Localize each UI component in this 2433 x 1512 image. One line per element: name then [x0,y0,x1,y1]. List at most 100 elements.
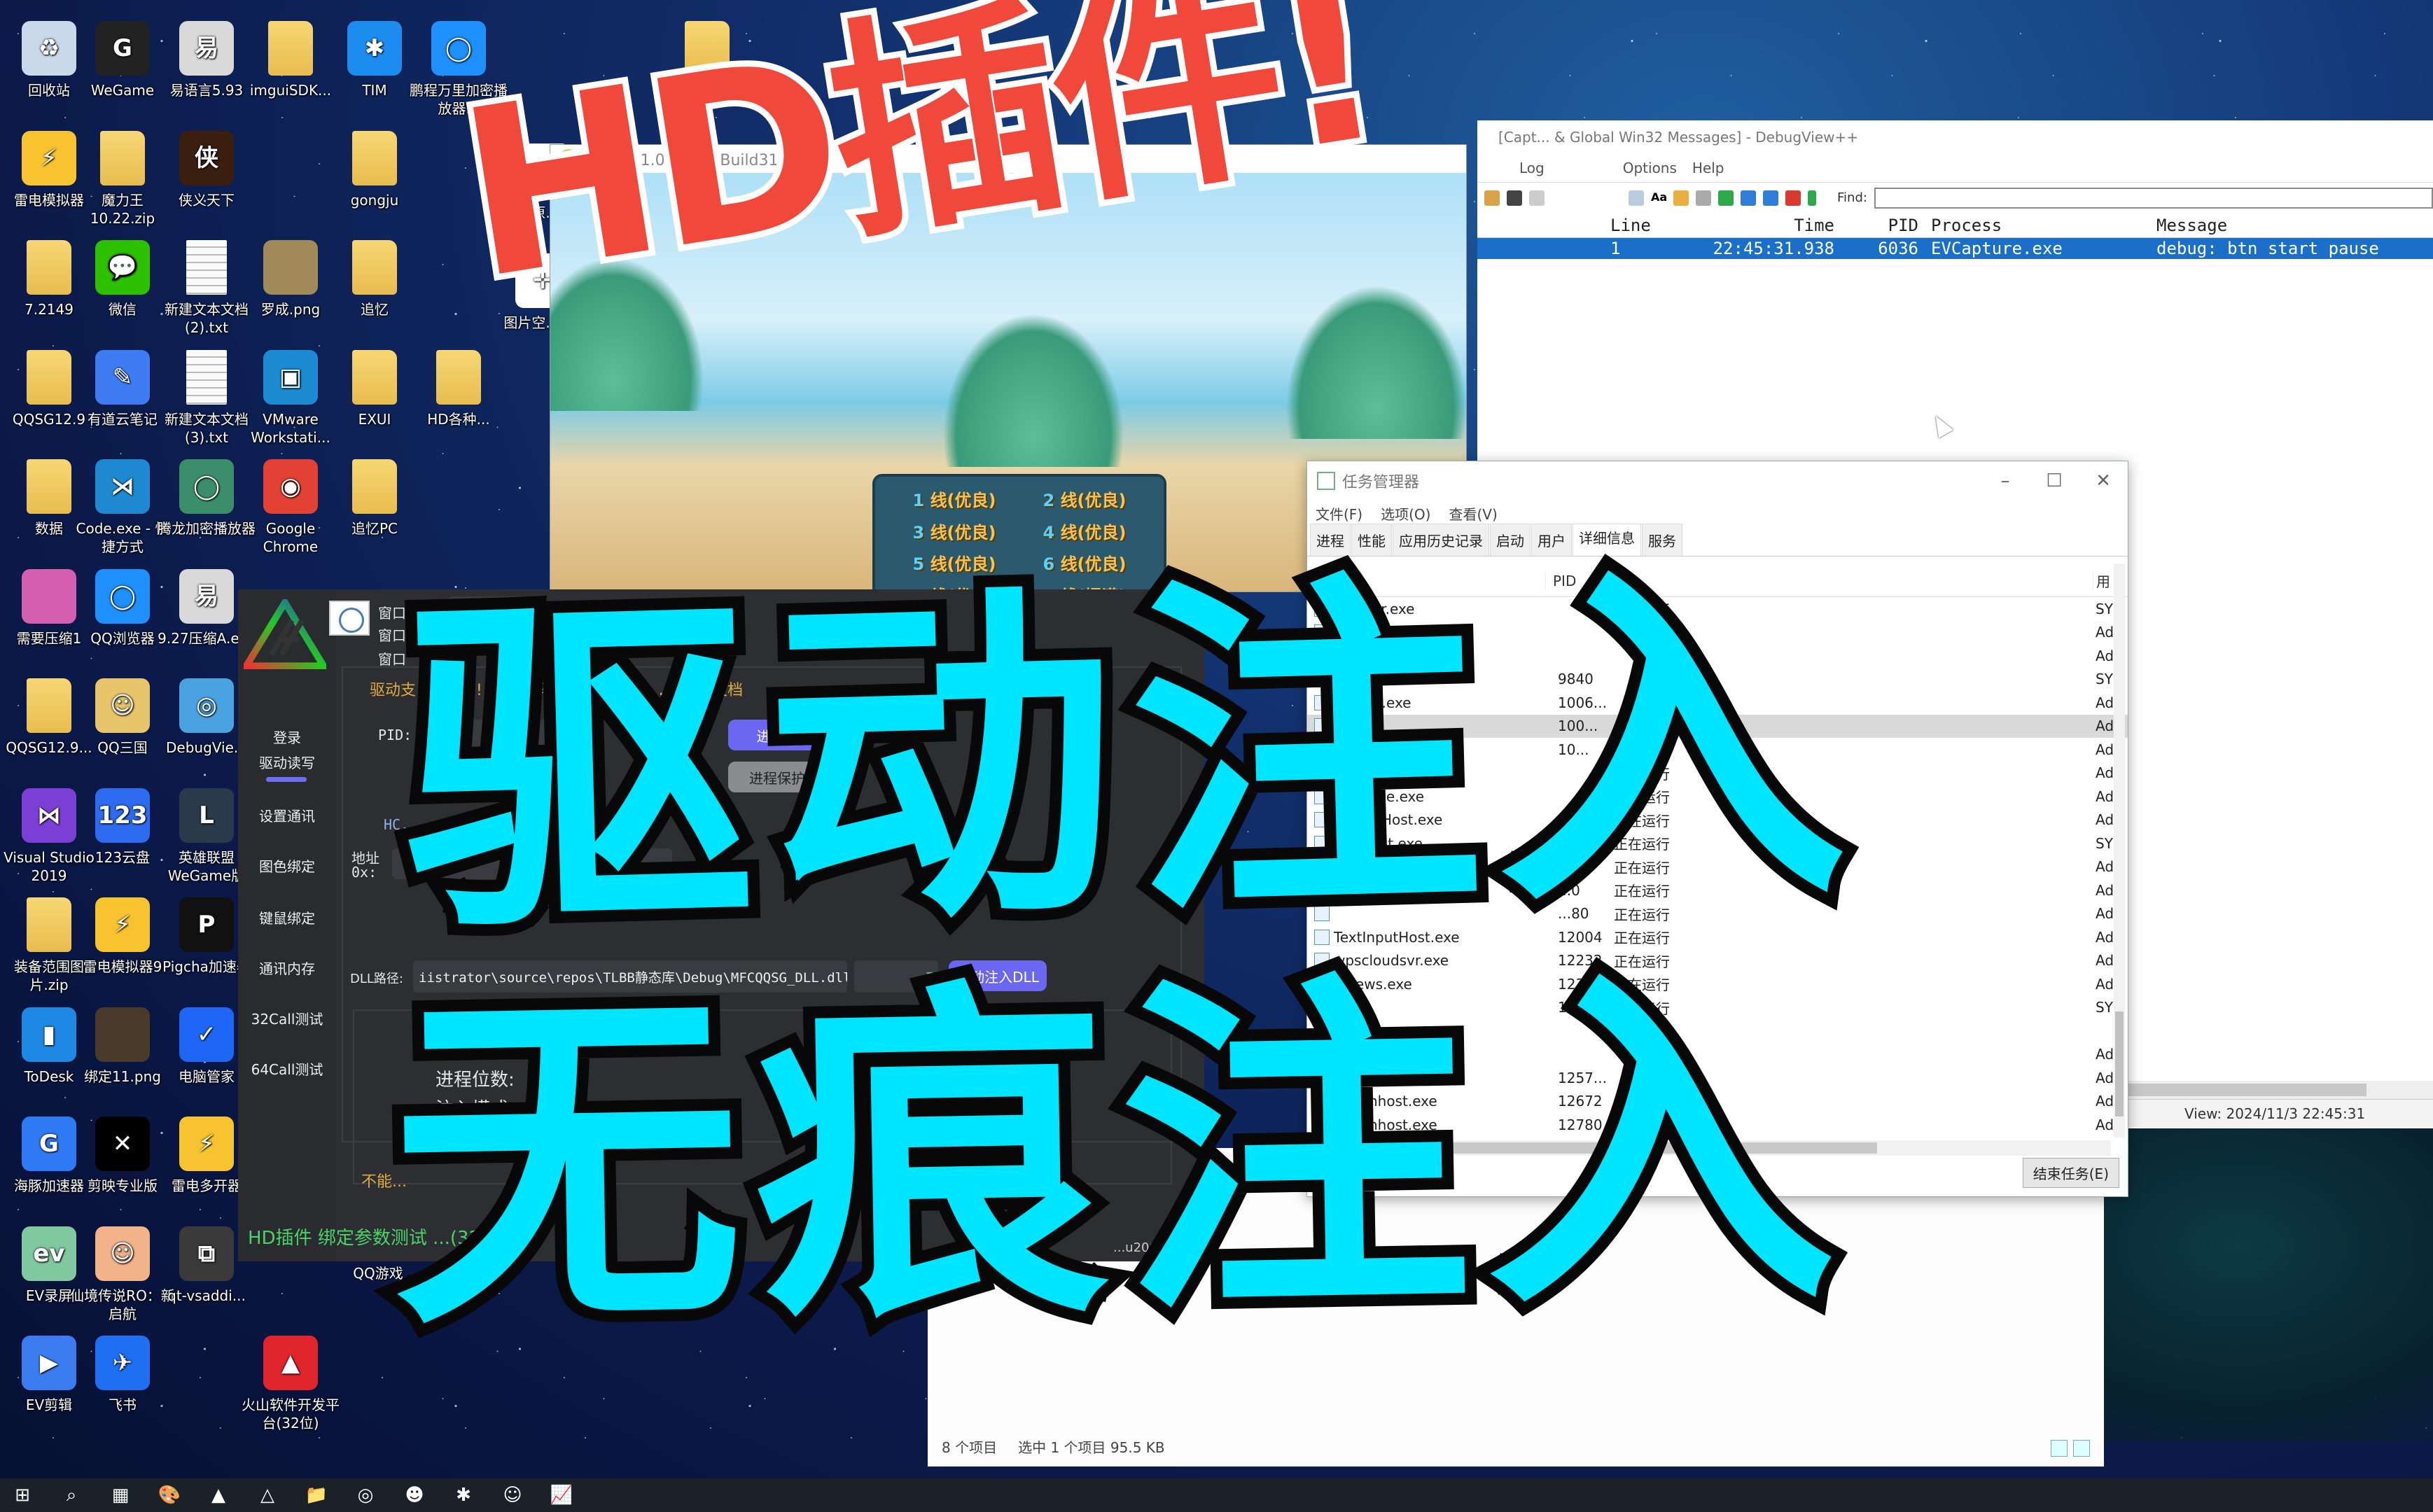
log-time: 22:45:31.938 [1713,239,1834,258]
taskbar: ⊞ ⌕ ▦ 🎨 ▲ △ 📁 ◎ ☻ ✱ ☺ 📈 [0,1478,2433,1512]
desktop-icon[interactable]: 追忆 [322,240,427,318]
desktop-icon-image [352,240,397,295]
case-icon[interactable]: Aa [1651,190,1667,206]
col-process[interactable]: Process [1925,216,2149,235]
find-input[interactable] [1874,187,2433,209]
clock-icon[interactable] [1629,190,1644,206]
desktop-icon-image: ▮ [22,1007,76,1062]
bookmark-up-icon[interactable] [1741,190,1756,206]
link-icon[interactable] [1696,190,1711,206]
server-line-button[interactable]: 3 线(优良) [889,519,1019,545]
desktop-icon-image: ◯ [95,568,150,624]
taskbar-start-icon[interactable]: ⊞ [10,1483,35,1508]
address-prefix: 0x: [351,864,377,881]
large-icons-view-button[interactable] [2073,1440,2090,1457]
taskbar-task-manager-icon[interactable]: 📈 [549,1483,574,1508]
desktop-icon-image [95,1007,150,1062]
desktop-icon[interactable]: 侠侠义天下 [154,130,259,209]
menu-file[interactable]: 文件(F) [1316,503,1362,524]
overlay-line1: 驱动注入 [386,522,1876,990]
desktop-icon-image: ⋊ [95,459,150,514]
col-message[interactable]: Message [2149,216,2433,235]
log-row[interactable]: 1 22:45:31.938 6036 EVCapture.exe debug:… [1477,238,2433,259]
desktop-icon-image [100,130,145,186]
save-icon[interactable] [1507,190,1522,206]
play-icon[interactable] [1718,190,1734,206]
hd-logo-icon [244,599,326,669]
desktop-icon-image: 易 [179,21,234,76]
menu-help[interactable]: Help [1692,160,1724,176]
desktop-icon[interactable]: ▲ 火山软件开发平台(32位) [238,1336,343,1432]
desktop-icon-image [436,349,481,405]
taskbar-debugview-icon[interactable]: ◎ [353,1483,378,1508]
nav-64call-test[interactable]: 64Call测试 [238,1058,336,1079]
menu-options[interactable]: 选项(O) [1381,503,1430,524]
nav-color-bind[interactable]: 图色绑定 [238,855,336,876]
bookmark-down-icon[interactable] [1763,190,1778,206]
debugview-toolbar: Aa Find: [1477,182,2433,213]
taskbar-paint-icon[interactable]: 🎨 [157,1483,182,1508]
nav-login[interactable]: 登录 [238,727,336,747]
copy-icon[interactable] [1529,190,1545,206]
desktop-icon-image: ◉ [263,459,318,514]
log-message: debug: btn start pause [2156,239,2379,258]
col-time[interactable]: Time [1610,216,1841,235]
clear-bookmark-icon[interactable] [1785,190,1801,206]
taskbar-bug-app-icon[interactable]: ✱ [451,1483,476,1508]
desktop-icon-label: 火山软件开发平台(32位) [242,1396,340,1432]
find-label: Find: [1837,190,1867,205]
task-manager-icon [1317,472,1335,490]
nav-set-comm[interactable]: 设置通讯 [238,805,336,825]
details-view-button[interactable] [2051,1440,2068,1457]
desktop-icon-image: ⚡ [179,1116,234,1171]
active-nav-indicator [266,777,307,782]
log-header: Line Time PID Process Message [1477,213,2433,238]
desktop-icon[interactable]: gongju [322,130,427,209]
desktop-icon-image [186,349,227,405]
pause-icon[interactable] [1808,190,1816,206]
desktop-icon[interactable]: HD各种... [406,349,511,428]
desktop-icon[interactable]: 追忆PC [322,459,427,538]
col-line[interactable]: Line [1477,216,1651,235]
desktop-icon-image: 易 [179,568,234,624]
vertical-scrollbar[interactable] [2114,564,2125,1138]
taskbar-huoshan-icon[interactable]: ▲ [206,1483,231,1508]
explorer-statusbar: 8 个项目 选中 1 个项目 95.5 KB [942,1436,1165,1457]
taskbar-green-app-icon[interactable]: ☻ [402,1483,427,1508]
maximize-button[interactable]: ☐ [2030,470,2079,491]
taskbar-calculator-icon[interactable]: ▦ [108,1483,133,1508]
end-task-button[interactable]: 结束任务(E) [2022,1158,2119,1188]
filter-icon[interactable] [1673,190,1689,206]
minimize-button[interactable]: – [1981,470,2030,491]
window-finder-icon[interactable] [329,601,370,636]
taskbar-qqsanguo-icon[interactable]: ☺ [500,1483,525,1508]
desktop-icon-image [352,130,397,186]
nav-driver-rw[interactable]: 驱动读写 [238,752,336,772]
menu-log[interactable]: Log [1519,160,1545,176]
col-pid[interactable]: PID [1841,216,1925,235]
nav-32call-test[interactable]: 32Call测试 [238,1008,336,1028]
taskbar-search-icon[interactable]: ⌕ [59,1483,84,1508]
desktop-icon[interactable]: ✈ 飞书 [70,1336,175,1414]
close-button[interactable]: ✕ [2079,470,2128,491]
taskbar-file-explorer-icon[interactable]: 📁 [304,1483,329,1508]
desktop-icon-image: ◯ [179,459,234,514]
desktop-icon-image: P [179,897,234,952]
desktop-icon-image: ◎ [179,678,234,733]
desktop-icon-image [186,240,227,295]
server-line-button[interactable]: 4 线(优良) [1019,519,1150,545]
desktop-icon-label: 飞书 [109,1396,137,1413]
desktop-icon-image [263,240,318,295]
debugview-title: [Capt... & Global Win32 Messages] - Debu… [1498,129,1859,146]
taskbar-hd-tool-icon[interactable]: △ [255,1483,280,1508]
server-line-button[interactable]: 2 线(优良) [1019,486,1150,513]
open-icon[interactable] [1484,190,1500,206]
menu-view[interactable]: 查看(V) [1449,503,1497,524]
menu-options[interactable]: Options [1623,160,1677,176]
server-line-button[interactable]: 1 线(优良) [889,486,1019,513]
selection-info: 选中 1 个项目 95.5 KB [1018,1439,1165,1456]
desktop-icon-image: ▶ [22,1336,76,1390]
nav-keymouse-bind[interactable]: 键鼠绑定 [238,907,336,927]
nav-comm-memory[interactable]: 通讯内存 [238,958,336,978]
desktop-icon-image: ⚡ [22,130,76,186]
